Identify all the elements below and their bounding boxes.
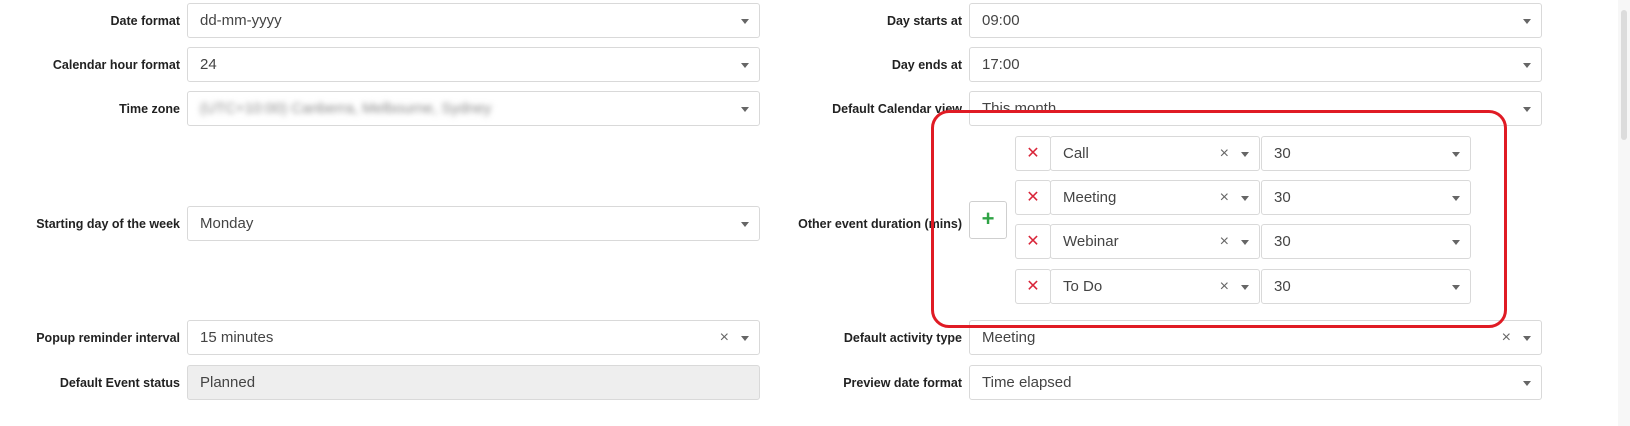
chevron-down-icon (1523, 19, 1531, 24)
time-zone-label: Time zone (119, 102, 180, 116)
event-status-field: Planned (187, 365, 760, 400)
duration-value: 30 (1274, 278, 1291, 295)
starting-day-label: Starting day of the week (36, 217, 180, 231)
popup-reminder-label: Popup reminder interval (36, 331, 180, 345)
chevron-down-icon (741, 63, 749, 68)
activity-type-select[interactable]: Meeting × (969, 320, 1542, 355)
event-status-label: Default Event status (59, 376, 180, 390)
chevron-down-icon (741, 107, 749, 112)
remove-row-button[interactable]: ✕ (1015, 136, 1051, 171)
chevron-down-icon (1452, 152, 1460, 157)
time-zone-value: (UTC+10:00) Canberra, Melbourne, Sydney (200, 100, 492, 117)
duration-value: 30 (1274, 189, 1291, 206)
chevron-down-icon (1523, 381, 1531, 386)
event-type-select[interactable]: To Do × (1050, 269, 1260, 304)
clear-icon[interactable]: × (720, 321, 729, 354)
chevron-down-icon (1523, 336, 1531, 341)
chevron-down-icon (741, 336, 749, 341)
clear-icon[interactable]: × (1220, 270, 1229, 303)
remove-row-button[interactable]: ✕ (1015, 269, 1051, 304)
chevron-down-icon (1452, 240, 1460, 245)
calendar-view-value: This month (982, 100, 1057, 117)
chevron-down-icon (741, 19, 749, 24)
starting-day-value: Monday (200, 215, 254, 232)
vertical-scrollbar[interactable] (1618, 0, 1630, 426)
event-type-select[interactable]: Webinar × (1050, 224, 1260, 259)
activity-type-label: Default activity type (843, 331, 962, 345)
date-format-label: Date format (110, 14, 180, 28)
calendar-hour-format-select[interactable]: 24 (187, 47, 760, 82)
duration-value: 30 (1274, 145, 1291, 162)
day-ends-label: Day ends at (891, 58, 962, 72)
date-format-value: dd-mm-yyyy (200, 12, 282, 29)
time-zone-select[interactable]: (UTC+10:00) Canberra, Melbourne, Sydney (187, 91, 760, 126)
day-ends-select[interactable]: 17:00 (969, 47, 1542, 82)
popup-reminder-select[interactable]: 15 minutes × (187, 320, 760, 355)
preview-date-label: Preview date format (843, 376, 962, 390)
calendar-view-select[interactable]: This month (969, 91, 1542, 126)
event-type-value: To Do (1063, 278, 1103, 295)
event-type-select[interactable]: Call × (1050, 136, 1260, 171)
popup-reminder-value: 15 minutes (200, 329, 274, 346)
calendar-hour-format-label: Calendar hour format (52, 58, 180, 72)
preview-date-select[interactable]: Time elapsed (969, 365, 1542, 400)
event-type-select[interactable]: Meeting × (1050, 180, 1260, 215)
starting-day-select[interactable]: Monday (187, 206, 760, 241)
scrollbar-thumb[interactable] (1621, 10, 1627, 140)
duration-select[interactable]: 30 (1261, 269, 1471, 304)
clear-icon[interactable]: × (1220, 137, 1229, 170)
clear-icon[interactable]: × (1502, 321, 1511, 354)
remove-row-button[interactable]: ✕ (1015, 224, 1051, 259)
duration-value: 30 (1274, 233, 1291, 250)
duration-select[interactable]: 30 (1261, 180, 1471, 215)
day-starts-value: 09:00 (982, 12, 1020, 29)
add-duration-button[interactable]: + (969, 201, 1007, 239)
date-format-select[interactable]: dd-mm-yyyy (187, 3, 760, 38)
event-type-value: Meeting (1063, 189, 1117, 206)
event-status-value: Planned (200, 374, 256, 391)
chevron-down-icon (1241, 196, 1249, 201)
chevron-down-icon (1241, 152, 1249, 157)
clear-icon[interactable]: × (1220, 225, 1229, 258)
preview-date-value: Time elapsed (982, 374, 1072, 391)
calendar-hour-format-value: 24 (200, 56, 217, 73)
chevron-down-icon (1241, 285, 1249, 290)
event-type-value: Webinar (1063, 233, 1119, 250)
duration-select[interactable]: 30 (1261, 136, 1471, 171)
chevron-down-icon (1452, 285, 1460, 290)
day-starts-label: Day starts at (886, 14, 962, 28)
event-type-value: Call (1063, 145, 1089, 162)
other-duration-label: Other event duration (mins) (798, 217, 962, 231)
chevron-down-icon (741, 222, 749, 227)
day-ends-value: 17:00 (982, 56, 1020, 73)
clear-icon[interactable]: × (1220, 181, 1229, 214)
day-starts-select[interactable]: 09:00 (969, 3, 1542, 38)
duration-select[interactable]: 30 (1261, 224, 1471, 259)
chevron-down-icon (1452, 196, 1460, 201)
chevron-down-icon (1523, 63, 1531, 68)
chevron-down-icon (1241, 240, 1249, 245)
activity-type-value: Meeting (982, 329, 1036, 346)
remove-row-button[interactable]: ✕ (1015, 180, 1051, 215)
calendar-view-label: Default Calendar view (832, 102, 962, 116)
chevron-down-icon (1523, 107, 1531, 112)
